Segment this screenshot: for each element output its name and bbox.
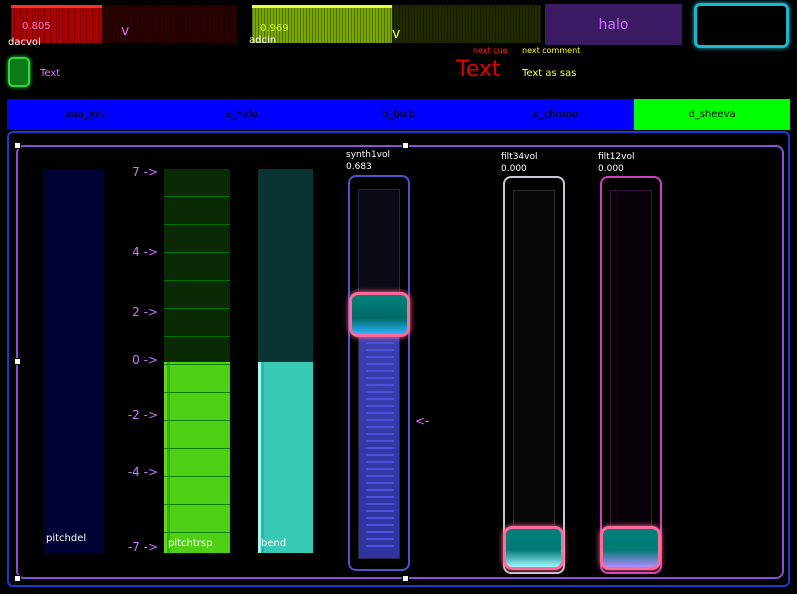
fader-tick: [366, 433, 394, 435]
filt12vol-fader[interactable]: [600, 176, 662, 574]
fader-tick: [366, 426, 394, 428]
fader-tick: [366, 419, 394, 421]
scale-label: 0 ->: [132, 353, 158, 367]
dacvol-caret: v: [121, 23, 130, 39]
scale-label: 2 ->: [132, 305, 158, 319]
dacvol-meter-peak: [11, 5, 102, 8]
scale-label: 4 ->: [132, 245, 158, 259]
filt12vol-knob[interactable]: [600, 526, 661, 570]
tab-aaa-init[interactable]: aaa_init: [7, 99, 163, 130]
tab-b-bulb[interactable]: b_bulb: [320, 99, 477, 130]
fader-tick: [366, 349, 394, 351]
synth1vol-knob[interactable]: [349, 292, 410, 337]
dacvol-value: 0.805: [22, 21, 51, 32]
fader-tick: [366, 447, 394, 449]
arrow-indicator: <-: [415, 414, 430, 428]
fader-tick: [366, 503, 394, 505]
adcin-value: 0.969: [260, 23, 289, 34]
filt12vol-value: 0.000: [598, 164, 624, 174]
fader-tick: [366, 454, 394, 456]
fader-tick: [366, 517, 394, 519]
tab-d-sheeva[interactable]: d_sheeva: [634, 99, 790, 130]
adcin-label: adcin: [249, 35, 277, 46]
cue-text: Text: [456, 57, 501, 82]
fader-tick: [366, 363, 394, 365]
synth1vol-value: 0.683: [346, 162, 372, 172]
fader-tick: [366, 377, 394, 379]
filt34vol-knob[interactable]: [503, 526, 564, 570]
filt34vol-fader[interactable]: [503, 176, 565, 574]
scale-label: -7 ->: [127, 540, 158, 554]
pitchdel-label: pitchdel: [46, 533, 87, 544]
filt34vol-value: 0.000: [501, 164, 527, 174]
filt34vol-name: filt34vol: [501, 152, 538, 162]
fader-tick: [366, 398, 394, 400]
fader-tick: [366, 391, 394, 393]
cyan-bordered-box[interactable]: [694, 3, 789, 48]
resize-handle[interactable]: [14, 575, 21, 582]
fader-tick: [366, 545, 394, 547]
filt34vol-track: [513, 190, 555, 562]
adcin-caret: v: [392, 26, 401, 42]
fader-tick: [366, 531, 394, 533]
tab-a-halo[interactable]: a_halo: [163, 99, 320, 130]
tab-c-chrono[interactable]: c_chrono: [477, 99, 634, 130]
fader-tick: [366, 370, 394, 372]
fader-tick: [366, 356, 394, 358]
fader-tick: [366, 342, 394, 344]
fader-tick: [366, 475, 394, 477]
fader-tick: [366, 405, 394, 407]
adcin-meter-peak: [252, 5, 392, 8]
scale-label: 7 ->: [132, 165, 158, 179]
fader-tick: [366, 489, 394, 491]
green-toggle[interactable]: [8, 57, 30, 87]
pitchtrsp-bar[interactable]: [164, 169, 230, 553]
synth1vol-name: synth1vol: [346, 150, 391, 160]
resize-handle[interactable]: [402, 142, 409, 149]
resize-handle[interactable]: [14, 142, 21, 149]
scale-label: -4 ->: [127, 465, 158, 479]
fader-tick: [366, 468, 394, 470]
fader-tick: [366, 510, 394, 512]
pitchdel-bar[interactable]: [43, 169, 104, 553]
next-comment-label: next comment: [522, 46, 581, 55]
pitchtrsp-gridlines: [164, 169, 230, 553]
toggle-label: Text: [40, 68, 61, 79]
resize-handle[interactable]: [402, 575, 409, 582]
filt12vol-name: filt12vol: [598, 152, 635, 162]
fader-tick: [366, 482, 394, 484]
bend-fill: [258, 362, 313, 553]
filt12vol-track: [610, 190, 652, 562]
halo-button[interactable]: halo: [545, 4, 682, 45]
fader-tick: [366, 440, 394, 442]
resize-handle[interactable]: [14, 358, 21, 365]
pitchtrsp-label: pitchtrsp: [168, 538, 213, 549]
cue-comment: Text as sas: [522, 68, 577, 79]
dacvol-label: dacvol: [8, 37, 41, 48]
halo-button-label: halo: [598, 16, 629, 33]
fader-tick: [366, 538, 394, 540]
fader-tick: [366, 524, 394, 526]
fader-tick: [366, 412, 394, 414]
fader-tick: [366, 384, 394, 386]
bend-label: bend: [261, 538, 287, 549]
fader-tick: [366, 461, 394, 463]
bend-bar[interactable]: [258, 169, 313, 553]
scale-label: -2 ->: [127, 408, 158, 422]
fader-tick: [366, 496, 394, 498]
next-cue-label: next cue: [473, 46, 508, 55]
tab-bar: aaa_init a_halo b_bulb c_chrono d_sheeva: [7, 99, 790, 130]
